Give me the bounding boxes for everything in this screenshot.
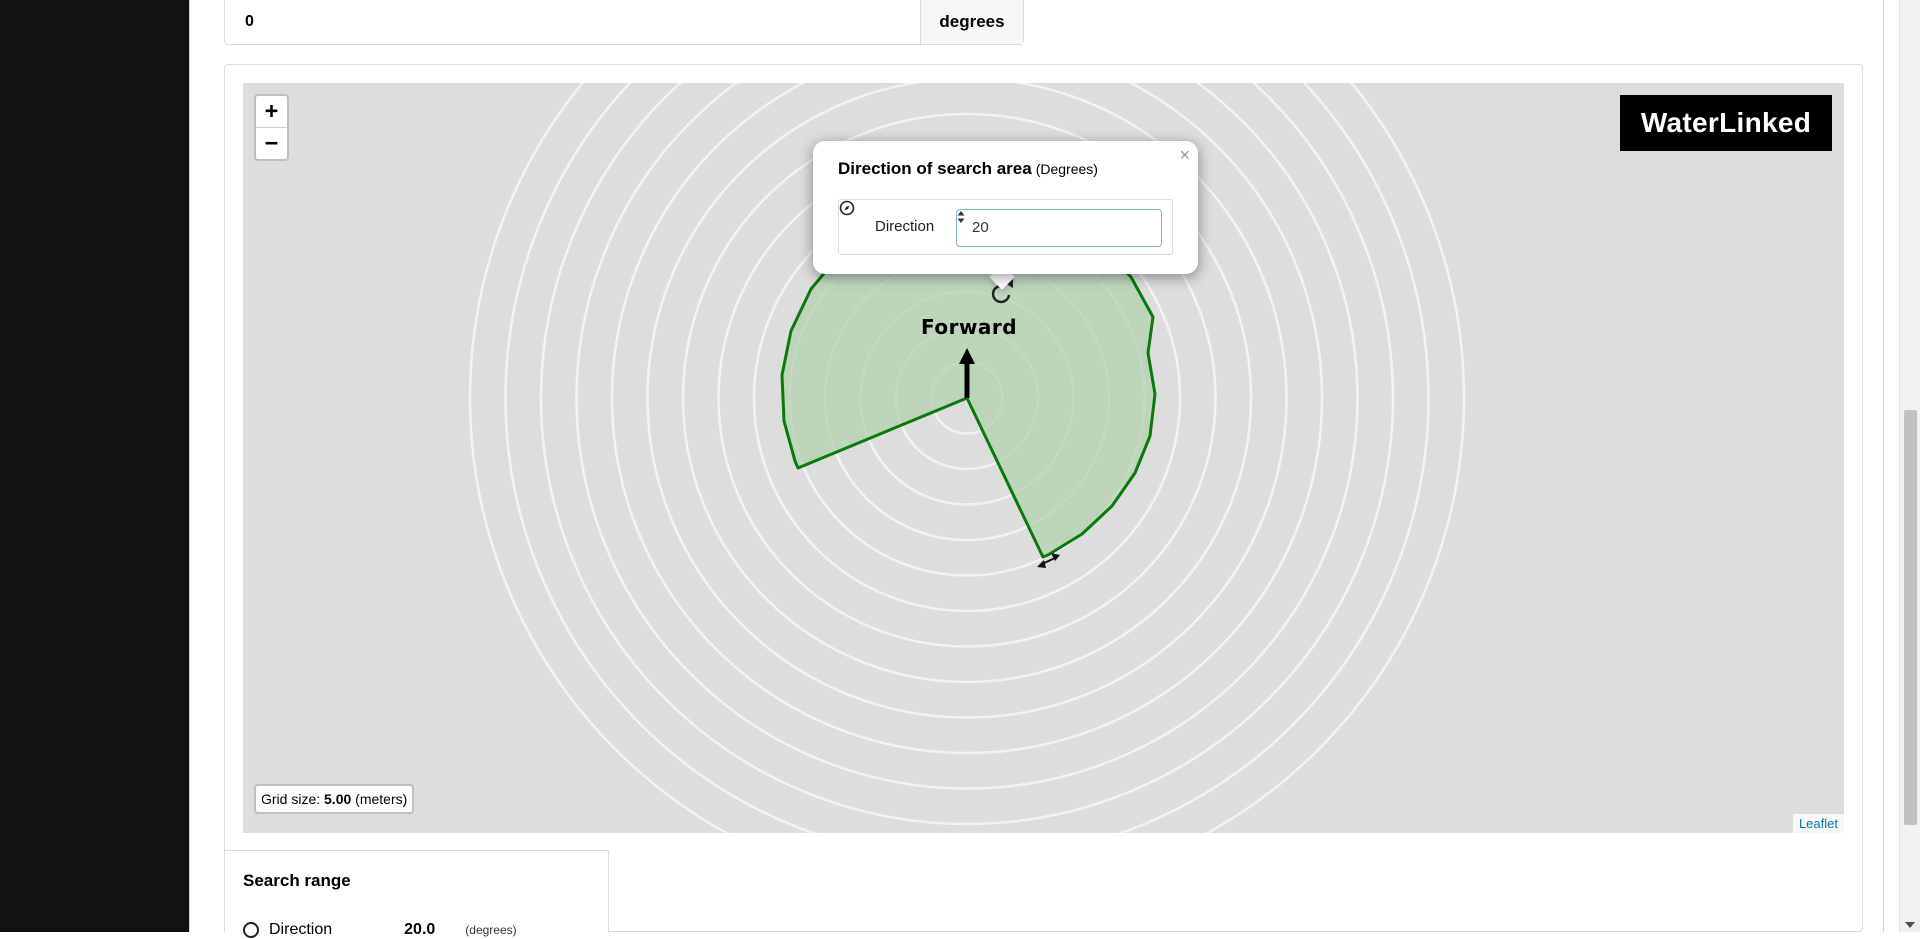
waterlinked-logo: WaterLinked bbox=[1620, 95, 1832, 151]
popup-close-button[interactable]: × bbox=[1179, 145, 1190, 165]
zoom-in-button[interactable]: + bbox=[256, 96, 287, 127]
direction-popup: × Direction of search area (Degrees) Dire… bbox=[813, 141, 1198, 274]
map[interactable]: Forward + − WaterLinked × Direction of s… bbox=[243, 83, 1844, 833]
left-dark-panel bbox=[0, 0, 189, 932]
spinner-arrows-icon[interactable] bbox=[957, 210, 965, 224]
search-range-direction-row: Direction 20.0 (degrees) bbox=[243, 921, 517, 939]
direction-offset-suffix: degrees bbox=[920, 0, 1023, 44]
direction-row: Direction 20 bbox=[838, 199, 1173, 255]
logo-text: WaterLinked bbox=[1640, 107, 1812, 138]
search-range-panel: Search range Direction 20.0 (degrees) bbox=[224, 850, 609, 938]
scrollbar-thumb[interactable] bbox=[1904, 410, 1917, 825]
grid-size-prefix: Grid size: bbox=[261, 791, 321, 807]
search-range-direction-label: Direction bbox=[269, 921, 333, 938]
search-range-title: Search range bbox=[243, 871, 351, 890]
grid-size-unit: (meters) bbox=[355, 791, 408, 807]
grid-size-box: Grid size: 5.00 (meters) bbox=[254, 784, 415, 814]
compass-icon bbox=[839, 200, 855, 216]
compass-icon bbox=[243, 921, 259, 938]
direction-input-value: 20 bbox=[972, 219, 989, 236]
popup-title-text: Direction of search area bbox=[838, 159, 1032, 178]
popup-title: Direction of search area (Degrees) bbox=[838, 159, 1098, 179]
zoom-out-button[interactable]: − bbox=[256, 127, 287, 159]
search-range-direction-unit: (degrees) bbox=[465, 923, 517, 937]
direction-offset-value[interactable]: 0 bbox=[225, 0, 920, 44]
direction-input[interactable]: 20 bbox=[956, 209, 1162, 247]
grid-size-value: 5.00 bbox=[324, 791, 352, 807]
leaflet-attribution-link[interactable]: Leaflet bbox=[1792, 814, 1844, 833]
popup-title-unit: (Degrees) bbox=[1035, 161, 1098, 177]
search-range-direction-value: 20.0 bbox=[404, 921, 436, 938]
direction-offset-input-group: 0 degrees bbox=[224, 0, 1024, 45]
scroll-down-arrow-icon[interactable] bbox=[1905, 922, 1915, 928]
zoom-control: + − bbox=[254, 94, 289, 161]
forward-label: Forward bbox=[921, 315, 1018, 339]
page-scrollbar[interactable] bbox=[1899, 0, 1920, 932]
direction-label: Direction bbox=[875, 218, 935, 235]
